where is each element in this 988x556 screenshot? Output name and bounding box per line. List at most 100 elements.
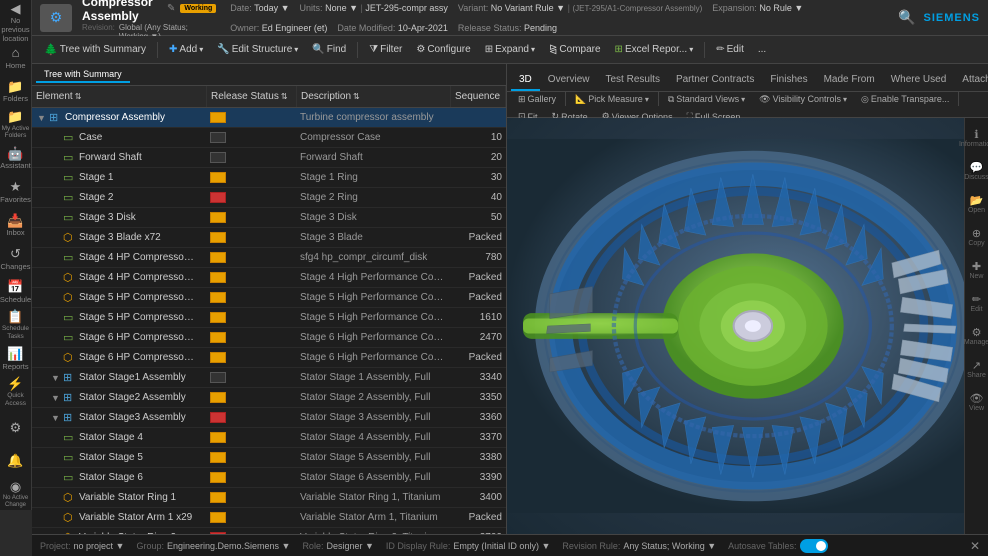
table-row[interactable]: ▭ Stage 2 Stage 2 Ring 40: [32, 188, 506, 208]
sidebar-item-home[interactable]: ⌂ Home: [2, 42, 30, 73]
table-row[interactable]: ⬡ Stage 3 Blade x72 Stage 3 Blade Packed: [32, 228, 506, 248]
standard-views-button[interactable]: ⧉ Standard Views ▾: [663, 93, 750, 106]
tab-where-used[interactable]: Where Used: [883, 70, 955, 91]
table-row[interactable]: ▭ Stage 4 HP Compressor Disk sfg4 hp_com…: [32, 248, 506, 268]
table-row[interactable]: ▭ Case Compressor Case 10: [32, 128, 506, 148]
table-row[interactable]: ⬡ Stage 6 HP Compressor Blade x87 Stage …: [32, 348, 506, 368]
table-row[interactable]: ⬡ Variable Stator Arm 1 x29 Variable Sta…: [32, 508, 506, 528]
cell-status: [207, 472, 297, 483]
table-row[interactable]: ▼ ⊞ Stator Stage3 Assembly Stator Stage …: [32, 408, 506, 428]
schedule-icon: 📅: [7, 279, 23, 295]
more-button[interactable]: ...: [752, 42, 772, 57]
table-row[interactable]: ⬡ Stage 4 HP Compressor Blade x61 Stage …: [32, 268, 506, 288]
tab-attachments[interactable]: Attachments: [954, 70, 988, 91]
status-flag: [210, 172, 226, 183]
sidebar-item-quick-access[interactable]: ⚡ Quick Access: [2, 376, 30, 407]
model-svg: [507, 118, 988, 534]
rs-view-button[interactable]: 👁 View: [966, 386, 988, 418]
sidebar-item-no-change[interactable]: ◉ No Active Change: [2, 478, 30, 509]
status-bar-close[interactable]: ✕: [970, 539, 980, 553]
sb-id-rule: ID Display Rule: Empty (Initial ID only)…: [386, 541, 550, 551]
row-icon: ⬡: [63, 231, 77, 244]
col-header-seq[interactable]: Sequence: [451, 86, 506, 107]
sidebar-item-assistant[interactable]: 🤖 Assistant: [2, 142, 30, 173]
tab-test-results[interactable]: Test Results: [597, 70, 667, 91]
table-row[interactable]: ▭ Stator Stage 4 Stator Stage 4 Assembly…: [32, 428, 506, 448]
filter-button[interactable]: ⧩ Filter: [363, 42, 408, 57]
sidebar-item-alerts[interactable]: 🔔: [2, 445, 30, 476]
rs-copy-button[interactable]: ⊕ Copy: [966, 221, 988, 253]
excel-report-button[interactable]: ⊞ Excel Repor... ▾: [609, 42, 700, 57]
cell-seq: 3360: [451, 412, 506, 423]
compare-button[interactable]: ⧎ Compare: [543, 42, 607, 57]
status-flag: [210, 232, 226, 243]
sidebar-item-reports[interactable]: 📊 Reports: [2, 343, 30, 374]
sort-icon-status: ⇅: [281, 92, 288, 101]
sidebar-item-inbox[interactable]: 📥 Inbox: [2, 209, 30, 240]
table-row[interactable]: ▭ Stage 6 HP Compressor Disk Stage 6 Hig…: [32, 328, 506, 348]
copy-icon: ⊕: [972, 227, 981, 240]
sidebar-item-favorites[interactable]: ★ Favorites: [2, 176, 30, 207]
rs-edit-button[interactable]: ✏ Edit: [966, 287, 988, 319]
rs-manage-button[interactable]: ⚙ Manage: [966, 320, 988, 352]
table-row[interactable]: ▼ ⊞ Compressor Assembly Turbine compress…: [32, 108, 506, 128]
cell-status: [207, 112, 297, 123]
edit-structure-button[interactable]: 🔧 Edit Structure ▾: [211, 42, 304, 57]
cell-desc: Stator Stage 4 Assembly, Full: [297, 432, 451, 443]
table-row[interactable]: ▭ Stage 5 HP Compressor Disk Stage 5 Hig…: [32, 308, 506, 328]
table-row[interactable]: ▭ Forward Shaft Forward Shaft 20: [32, 148, 506, 168]
sidebar-item-folders[interactable]: 📁 Folders: [2, 75, 30, 106]
favorites-icon: ★: [10, 179, 22, 195]
tree-tab-summary[interactable]: Tree with Summary: [36, 67, 130, 83]
rs-new-button[interactable]: ✚ New: [966, 254, 988, 286]
tab-finishes[interactable]: Finishes: [762, 70, 815, 91]
visibility-button[interactable]: 👁 Visibility Controls ▾: [754, 93, 852, 106]
status-flag: [210, 492, 226, 503]
cell-desc: Stage 4 High Performance Compressor Blad…: [297, 272, 451, 283]
row-name: Stage 6 HP Compressor Blade x87: [79, 352, 195, 363]
find-button[interactable]: 🔍 Find: [306, 42, 352, 57]
transparency-button[interactable]: ◎ Enable Transpare...: [856, 93, 954, 106]
tree-summary-button[interactable]: 🌲 Tree with Summary: [38, 41, 152, 58]
col-header-status[interactable]: Release Status ⇅: [207, 86, 297, 107]
pick-measure-button[interactable]: 📐 Pick Measure ▾: [570, 93, 654, 106]
sidebar-item-schedule[interactable]: 📅 Schedule: [2, 276, 30, 307]
edit-icon: ✏: [716, 44, 724, 55]
sidebar-item-schedule-tasks[interactable]: 📋 Schedule Tasks: [2, 309, 30, 340]
cell-seq: Packed: [451, 272, 506, 283]
configure-button[interactable]: ⚙ Configure: [410, 42, 476, 57]
table-row[interactable]: ▭ Stage 3 Disk Stage 3 Disk 50: [32, 208, 506, 228]
table-row[interactable]: ▼ ⊞ Stator Stage1 Assembly Stator Stage …: [32, 368, 506, 388]
rs-share-button[interactable]: ↗ Share: [966, 353, 988, 385]
expand-button[interactable]: ⊞ Expand ▾: [479, 42, 541, 57]
open-icon: 📂: [970, 194, 984, 207]
sidebar-item-changes[interactable]: ↺ Changes: [2, 243, 30, 274]
gallery-button[interactable]: ⊞ Gallery: [513, 93, 561, 106]
status-flag: [210, 192, 226, 203]
sidebar-item-settings[interactable]: ⚙: [2, 412, 30, 443]
col-header-element[interactable]: Element ⇅: [32, 86, 207, 107]
autosave-toggle[interactable]: [800, 539, 828, 553]
rs-information-button[interactable]: ℹ Information: [966, 122, 988, 154]
search-icon[interactable]: 🔍: [898, 9, 915, 26]
table-row[interactable]: ▼ ⊞ Stator Stage2 Assembly Stator Stage …: [32, 388, 506, 408]
sidebar-item-previous[interactable]: ◀ No previous location: [2, 4, 30, 40]
rs-open-button[interactable]: 📂 Open: [966, 188, 988, 220]
row-name: Variable Stator Ring 1: [79, 492, 176, 503]
sidebar-item-active-folders[interactable]: 📁 My Active Folders: [2, 109, 30, 140]
col-header-desc[interactable]: Description ⇅: [297, 86, 451, 107]
table-row[interactable]: ▭ Stage 1 Stage 1 Ring 30: [32, 168, 506, 188]
status-flag: [210, 152, 226, 163]
table-row[interactable]: ▭ Stator Stage 6 Stator Stage 6 Assembly…: [32, 468, 506, 488]
table-row[interactable]: ⬡ Stage 5 HP Compressor Blade x65 Stage …: [32, 288, 506, 308]
tab-3d[interactable]: 3D: [511, 70, 540, 91]
tab-overview[interactable]: Overview: [540, 70, 598, 91]
3d-view-area[interactable]: ℹ Information 💬 Discuss 📂 Open ⊕ Copy: [507, 118, 988, 534]
edit-button[interactable]: ✏ Edit: [710, 42, 750, 57]
tab-partner-contracts[interactable]: Partner Contracts: [668, 70, 762, 91]
table-row[interactable]: ▭ Stator Stage 5 Stator Stage 5 Assembly…: [32, 448, 506, 468]
rs-discuss-button[interactable]: 💬 Discuss: [966, 155, 988, 187]
tab-made-from[interactable]: Made From: [816, 70, 883, 91]
add-button[interactable]: ✚ Add ▾: [163, 42, 209, 57]
table-row[interactable]: ⬡ Variable Stator Ring 1 Variable Stator…: [32, 488, 506, 508]
